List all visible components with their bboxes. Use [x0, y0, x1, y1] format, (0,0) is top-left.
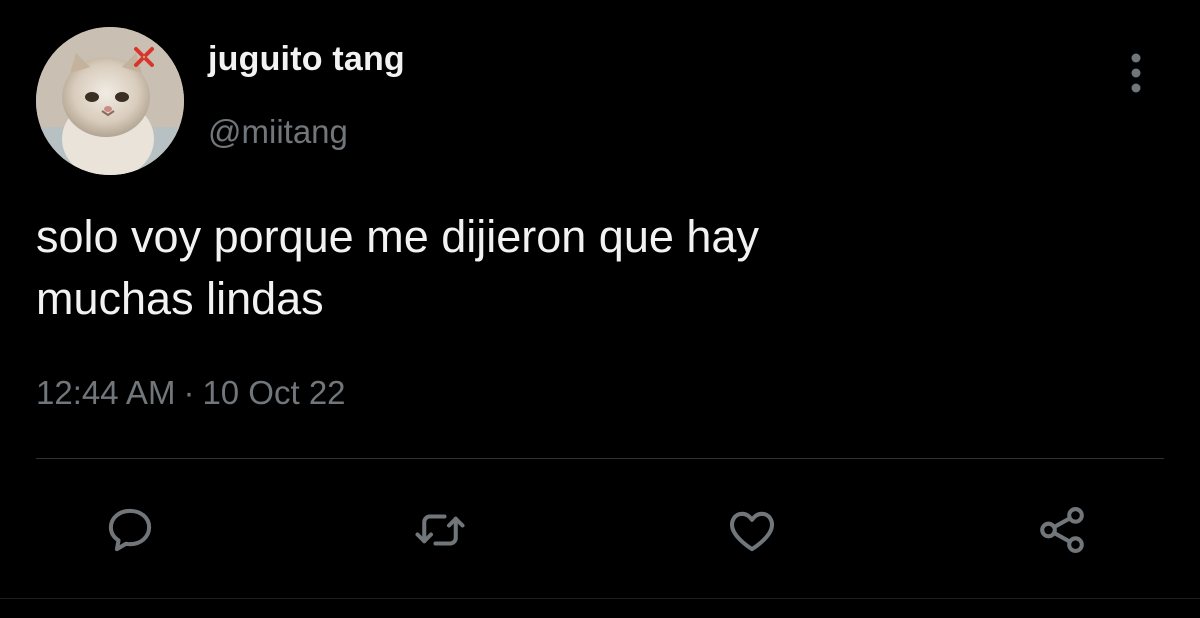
reply-icon: [108, 508, 152, 552]
share-button[interactable]: [1030, 498, 1094, 562]
tweet-date: 10 Oct 22: [202, 374, 346, 411]
share-icon: [1040, 507, 1084, 553]
tweet-text-line-1: solo voy porque me dijieron que hay: [36, 211, 759, 262]
like-button[interactable]: [720, 498, 784, 562]
divider: [36, 458, 1164, 459]
tweet-time: 12:44 AM: [36, 374, 176, 411]
avatar-cat-icon: [36, 27, 184, 175]
bottom-divider: [0, 598, 1200, 599]
display-name[interactable]: juguito tang: [208, 40, 405, 79]
action-bar: [0, 498, 1200, 562]
reply-button[interactable]: [98, 498, 162, 562]
user-handle[interactable]: @miitang: [208, 113, 348, 151]
tweet-timestamp[interactable]: 12:44 AM · 10 Oct 22: [36, 374, 346, 412]
avatar[interactable]: [36, 27, 184, 175]
tweet-card: juguito tang @miitang solo voy porque me…: [0, 0, 1200, 618]
retweet-button[interactable]: [408, 498, 472, 562]
heart-icon: [730, 511, 774, 552]
retweet-icon: [415, 514, 465, 546]
tweet-text-line-2: muchas lindas: [36, 273, 324, 324]
timestamp-separator: ·: [183, 374, 195, 411]
more-options-icon[interactable]: [1120, 48, 1152, 98]
tweet-text: solo voy porque me dijieron que hay much…: [36, 206, 1116, 330]
